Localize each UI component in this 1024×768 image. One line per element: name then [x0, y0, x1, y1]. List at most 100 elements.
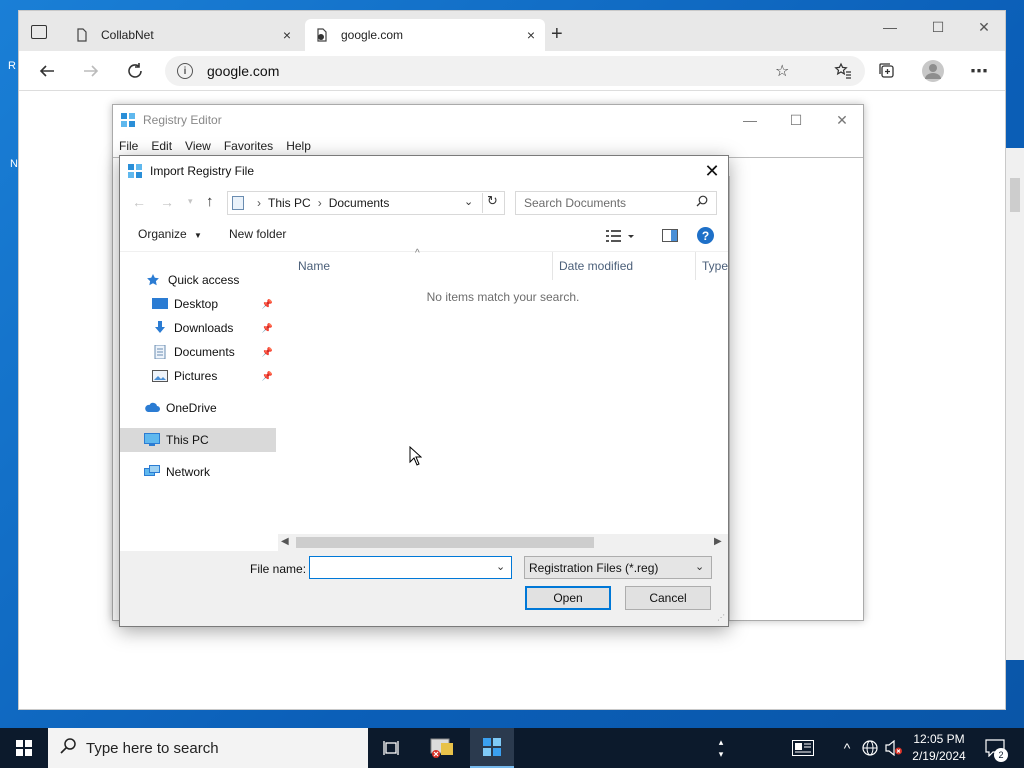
new-tab-button[interactable]: +: [551, 23, 563, 46]
maximize-button[interactable]: ☐: [923, 17, 953, 37]
pictures-icon: [152, 369, 168, 383]
file-name-label: File name:: [250, 562, 307, 576]
help-icon[interactable]: ?: [697, 227, 714, 244]
file-type-select[interactable]: Registration Files (*.reg) ⌄: [524, 556, 712, 579]
tab-google[interactable]: google.com ×: [305, 19, 545, 51]
menu-help[interactable]: Help: [286, 139, 311, 153]
add-favorite-icon[interactable]: ☆: [775, 61, 789, 81]
menu-file[interactable]: File: [119, 139, 138, 153]
scroll-left-icon[interactable]: ◀: [281, 536, 289, 547]
pin-icon[interactable]: 📌: [262, 347, 273, 358]
nav-quick-access[interactable]: Quick access: [120, 268, 276, 292]
browser-toolbar: i google.com ☆ ⋯: [19, 51, 1005, 91]
dialog-close-button[interactable]: ✕: [700, 160, 724, 182]
close-tab-icon[interactable]: ×: [527, 27, 535, 43]
nav-network[interactable]: Network: [120, 460, 276, 484]
nav-label: This PC: [166, 433, 209, 447]
menu-edit[interactable]: Edit: [151, 139, 172, 153]
dialog-footer: File name: ⌄ Registration Files (*.reg) …: [120, 551, 728, 626]
address-bar[interactable]: i google.com ☆: [165, 56, 865, 86]
news-widget-icon[interactable]: [786, 728, 820, 768]
resize-grip-icon[interactable]: ⋰: [717, 613, 725, 622]
column-date-modified-header[interactable]: Date modified: [552, 252, 695, 280]
forward-button[interactable]: [77, 57, 105, 85]
nav-desktop[interactable]: Desktop 📌: [120, 292, 276, 316]
close-tab-icon[interactable]: ×: [283, 27, 291, 43]
preview-pane-icon[interactable]: [662, 229, 678, 245]
pin-icon[interactable]: 📌: [262, 299, 273, 310]
chevron-down-icon[interactable]: ⌄: [496, 560, 505, 573]
forward-arrow-icon[interactable]: →: [160, 194, 174, 210]
regedit-values-pane[interactable]: [729, 176, 861, 620]
more-options-icon[interactable]: ⋯: [965, 57, 993, 85]
nav-label: Pictures: [174, 369, 218, 383]
search-icon: [60, 738, 76, 758]
arrow-left-icon: [39, 65, 54, 77]
taskbar-search-box[interactable]: Type here to search: [48, 728, 368, 768]
favorites-icon[interactable]: [829, 57, 857, 85]
breadcrumb[interactable]: › This PC › Documents ⌄ ↻: [227, 191, 505, 215]
menu-favorites[interactable]: Favorites: [224, 139, 273, 153]
collections-icon[interactable]: [873, 57, 901, 85]
refresh-icon: [128, 63, 142, 78]
regedit-menubar: File Edit View Favorites Help: [113, 135, 863, 157]
recent-locations-icon[interactable]: ▾: [188, 196, 193, 207]
chevron-down-icon: ⌄: [695, 561, 705, 573]
nav-downloads[interactable]: Downloads 📌: [120, 316, 276, 340]
close-button[interactable]: ✕: [969, 17, 999, 37]
menu-view[interactable]: View: [185, 139, 211, 153]
app-icon-network-connections[interactable]: [420, 728, 464, 768]
nav-pictures[interactable]: Pictures 📌: [120, 364, 276, 388]
pin-icon[interactable]: 📌: [262, 371, 273, 382]
system-clock[interactable]: 12:05 PM 2/19/2024: [902, 731, 976, 765]
sort-ascending-icon: ^: [415, 248, 420, 259]
app-icon-registry-editor[interactable]: [470, 728, 514, 768]
breadcrumb-separator: ›: [257, 196, 261, 210]
show-hidden-icons-chevron-up-icon[interactable]: ^: [838, 728, 856, 768]
horizontal-scrollbar[interactable]: ◀ ▶: [278, 534, 728, 551]
tab-actions-icon[interactable]: [31, 25, 47, 39]
scroll-arrows-icon[interactable]: ▴ ▾: [712, 728, 730, 768]
download-arrow-icon: [152, 321, 168, 335]
search-input[interactable]: Search Documents: [515, 191, 717, 215]
scrollbar-thumb[interactable]: [1010, 178, 1020, 212]
up-arrow-icon[interactable]: ↑: [206, 193, 214, 210]
view-options-icon[interactable]: [606, 229, 636, 246]
document-icon: [152, 344, 168, 360]
back-arrow-icon[interactable]: ←: [132, 194, 146, 210]
scroll-right-icon[interactable]: ▶: [714, 536, 722, 547]
minimize-button[interactable]: —: [875, 17, 905, 37]
regedit-maximize-button[interactable]: ☐: [773, 105, 819, 135]
open-button[interactable]: Open: [525, 586, 611, 610]
task-view-icon[interactable]: [370, 728, 414, 768]
file-list-pane[interactable]: Name ^ Date modified Type No items match…: [278, 248, 728, 551]
dialog-command-bar: Organize ▼ New folder ?: [120, 220, 728, 252]
back-button[interactable]: [33, 57, 61, 85]
chevron-down-icon[interactable]: ⌄: [464, 195, 473, 208]
regedit-close-button[interactable]: ✕: [819, 105, 865, 135]
new-folder-button[interactable]: New folder: [229, 227, 286, 241]
refresh-button[interactable]: [121, 57, 149, 85]
profile-avatar-icon[interactable]: [919, 57, 947, 85]
nav-documents[interactable]: Documents 📌: [120, 340, 276, 364]
background-window-scrollbar[interactable]: [1006, 148, 1024, 660]
network-globe-icon[interactable]: [860, 728, 880, 768]
refresh-icon[interactable]: ↻: [482, 193, 502, 213]
pin-icon[interactable]: 📌: [262, 323, 273, 334]
cancel-button[interactable]: Cancel: [625, 586, 711, 610]
notification-center-icon[interactable]: 2: [980, 728, 1010, 768]
column-type-header[interactable]: Type: [695, 252, 728, 280]
breadcrumb-this-pc[interactable]: This PC: [268, 196, 311, 210]
nav-this-pc[interactable]: This PC: [120, 428, 276, 452]
taskbar: Type here to search ▴ ▾ ^ 12:05 PM 2/19/2…: [0, 728, 1024, 768]
file-name-input[interactable]: ⌄: [309, 556, 512, 579]
organize-button[interactable]: Organize ▼: [138, 227, 202, 241]
scrollbar-thumb[interactable]: [296, 537, 594, 548]
start-button[interactable]: [0, 728, 48, 768]
breadcrumb-documents[interactable]: Documents: [329, 196, 390, 210]
regedit-minimize-button[interactable]: —: [727, 105, 773, 135]
volume-muted-icon[interactable]: [884, 728, 904, 768]
nav-onedrive[interactable]: OneDrive: [120, 396, 276, 420]
tab-collabnet[interactable]: CollabNet ×: [65, 19, 301, 51]
site-info-icon[interactable]: i: [177, 63, 193, 79]
